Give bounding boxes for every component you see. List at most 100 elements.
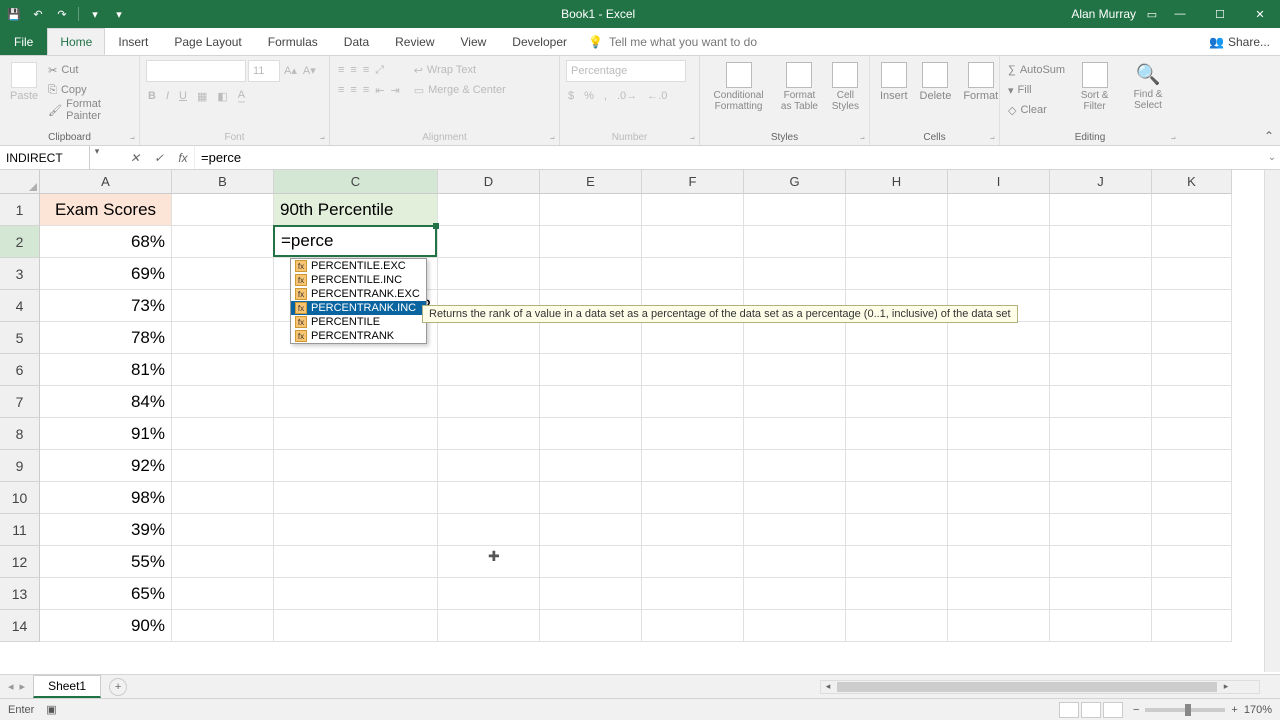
cell[interactable]: [1152, 194, 1232, 226]
undo-icon[interactable]: ↶: [30, 6, 46, 22]
cell[interactable]: [172, 482, 274, 514]
row-header[interactable]: 14: [0, 610, 40, 642]
formula-bar[interactable]: =perce: [195, 146, 1264, 169]
cell[interactable]: [642, 226, 744, 258]
redo-icon[interactable]: ↷: [54, 6, 70, 22]
active-cell[interactable]: =perce: [273, 225, 437, 257]
cell[interactable]: [948, 514, 1050, 546]
autocomplete-item[interactable]: fxPERCENTILE.INC: [291, 273, 426, 287]
insert-cells-button[interactable]: Insert: [876, 60, 912, 104]
cell[interactable]: 90%: [40, 610, 172, 642]
cell[interactable]: [438, 322, 540, 354]
sort-filter-button[interactable]: Sort & Filter: [1071, 60, 1118, 114]
copy-button[interactable]: ⎘Copy: [46, 80, 133, 100]
tab-formulas[interactable]: Formulas: [255, 28, 331, 55]
cell[interactable]: Exam Scores: [40, 194, 172, 226]
cell[interactable]: [274, 546, 438, 578]
new-sheet-button[interactable]: +: [109, 678, 127, 696]
zoom-level[interactable]: 170%: [1244, 704, 1272, 716]
cell[interactable]: [846, 258, 948, 290]
cell[interactable]: [846, 450, 948, 482]
worksheet-grid[interactable]: 1234567891011121314 ABCDEFGHIJK Exam Sco…: [0, 170, 1280, 672]
autocomplete-item[interactable]: fxPERCENTILE: [291, 315, 426, 329]
column-header[interactable]: I: [948, 170, 1050, 194]
cell[interactable]: [438, 258, 540, 290]
row-header[interactable]: 6: [0, 354, 40, 386]
save-icon[interactable]: 💾: [6, 6, 22, 22]
normal-view-button[interactable]: [1059, 702, 1079, 718]
orientation-button[interactable]: ⤢: [373, 60, 386, 80]
cell[interactable]: 90th Percentile: [274, 194, 438, 226]
cell[interactable]: [1050, 322, 1152, 354]
cell[interactable]: [1050, 258, 1152, 290]
cell[interactable]: [438, 450, 540, 482]
column-header[interactable]: E: [540, 170, 642, 194]
close-button[interactable]: ✕: [1240, 0, 1280, 28]
cell[interactable]: [744, 418, 846, 450]
cell[interactable]: [642, 450, 744, 482]
cell[interactable]: 73%: [40, 290, 172, 322]
cell[interactable]: [1152, 610, 1232, 642]
cell[interactable]: [846, 226, 948, 258]
tab-developer[interactable]: Developer: [499, 28, 580, 55]
cell[interactable]: [438, 194, 540, 226]
increase-decimal-button[interactable]: .0→: [615, 86, 639, 106]
zoom-in-button[interactable]: +: [1231, 704, 1237, 716]
cell[interactable]: [642, 578, 744, 610]
cell[interactable]: [642, 258, 744, 290]
tab-page-layout[interactable]: Page Layout: [161, 28, 254, 55]
cell[interactable]: [948, 322, 1050, 354]
clear-button[interactable]: ◇Clear: [1006, 100, 1067, 120]
paste-button[interactable]: Paste: [6, 60, 42, 104]
font-size-combo[interactable]: 11: [248, 60, 280, 82]
cell[interactable]: [438, 482, 540, 514]
underline-button[interactable]: U: [177, 86, 189, 106]
cell[interactable]: [1152, 354, 1232, 386]
cell[interactable]: [744, 514, 846, 546]
font-color-button[interactable]: A: [236, 86, 247, 106]
cell[interactable]: [744, 482, 846, 514]
cell[interactable]: [642, 194, 744, 226]
cell[interactable]: [540, 610, 642, 642]
cell[interactable]: [172, 322, 274, 354]
cell[interactable]: [642, 514, 744, 546]
delete-cells-button[interactable]: Delete: [916, 60, 956, 104]
cell[interactable]: [948, 546, 1050, 578]
cell[interactable]: [1152, 450, 1232, 482]
row-header[interactable]: 7: [0, 386, 40, 418]
row-header[interactable]: 3: [0, 258, 40, 290]
cell[interactable]: [948, 578, 1050, 610]
cell[interactable]: [744, 354, 846, 386]
cell[interactable]: [948, 610, 1050, 642]
cell-styles-button[interactable]: Cell Styles: [828, 60, 863, 114]
number-format-combo[interactable]: Percentage: [566, 60, 686, 82]
cell[interactable]: [540, 258, 642, 290]
cell[interactable]: [172, 354, 274, 386]
cell[interactable]: [846, 418, 948, 450]
tab-insert[interactable]: Insert: [105, 28, 161, 55]
cell[interactable]: [274, 578, 438, 610]
page-layout-view-button[interactable]: [1081, 702, 1101, 718]
qat-customize-icon[interactable]: ▾: [111, 6, 127, 22]
cell[interactable]: [642, 322, 744, 354]
cell[interactable]: [1050, 290, 1152, 322]
cell[interactable]: [846, 610, 948, 642]
row-header[interactable]: 2: [0, 226, 40, 258]
format-as-table-button[interactable]: Format as Table: [775, 60, 824, 114]
column-header[interactable]: F: [642, 170, 744, 194]
cell[interactable]: [1050, 578, 1152, 610]
align-left-button[interactable]: ≡: [336, 80, 346, 100]
cell[interactable]: [948, 450, 1050, 482]
zoom-out-button[interactable]: −: [1133, 704, 1139, 716]
accounting-button[interactable]: $: [566, 86, 576, 106]
column-header[interactable]: C: [274, 170, 438, 194]
cell[interactable]: [1152, 386, 1232, 418]
font-name-combo[interactable]: [146, 60, 246, 82]
cell[interactable]: [744, 226, 846, 258]
bold-button[interactable]: B: [146, 86, 158, 106]
cell[interactable]: [846, 322, 948, 354]
name-box-dropdown[interactable]: ▾: [90, 146, 104, 169]
row-header[interactable]: 10: [0, 482, 40, 514]
cell[interactable]: [438, 386, 540, 418]
row-header[interactable]: 8: [0, 418, 40, 450]
